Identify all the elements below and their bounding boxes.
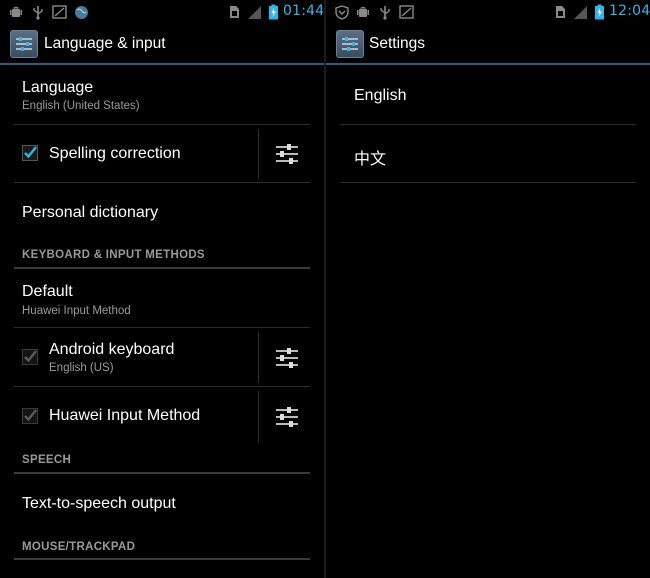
tts-output-item[interactable]: Text-to-speech output <box>0 474 324 534</box>
mouse-section-header: MOUSE/TRACKPAD <box>0 534 324 560</box>
usb-icon <box>377 4 393 20</box>
usb-icon <box>30 4 46 20</box>
screenshot-icon <box>398 4 414 20</box>
spelling-checkbox[interactable] <box>22 145 38 161</box>
huawei-input-checkbox[interactable] <box>22 408 38 424</box>
tts-title: Text-to-speech output <box>22 495 176 512</box>
status-time: 12:04 <box>609 3 650 19</box>
language-option-label: English <box>354 87 407 104</box>
huawei-input-title: Huawei Input Method <box>49 407 201 424</box>
default-summary: Huawei Input Method <box>22 305 131 317</box>
keyboard-header-text: KEYBOARD & INPUT METHODS <box>22 249 205 261</box>
android-debug-icon <box>355 4 371 20</box>
language-option-chinese[interactable]: 中文 <box>326 125 650 183</box>
language-picker-screen: 12:04 Settings English 中文 <box>326 0 650 578</box>
language-list: English 中文 <box>326 67 650 183</box>
android-debug-icon <box>8 4 24 20</box>
language-item[interactable]: Language English (United States) <box>0 67 324 125</box>
sim-icon <box>226 4 242 20</box>
battery-icon <box>591 4 607 20</box>
speech-section-header: SPEECH <box>0 447 324 474</box>
spelling-settings-icon[interactable] <box>275 143 299 165</box>
spelling-correction-item[interactable]: Spelling correction <box>0 125 324 183</box>
mouse-header-text: MOUSE/TRACKPAD <box>22 541 136 553</box>
action-bar-title: Language & input <box>44 35 166 52</box>
default-input-item[interactable]: Default Huawei Input Method <box>0 269 324 328</box>
action-bar: Language & input <box>0 24 324 65</box>
status-time: 01:44 <box>283 3 324 19</box>
signal-icon <box>246 4 262 20</box>
personal-dictionary-title: Personal dictionary <box>22 204 159 221</box>
settings-app-icon[interactable] <box>336 30 364 58</box>
language-summary: English (United States) <box>22 100 140 112</box>
huawei-input-item[interactable]: Huawei Input Method <box>0 387 324 447</box>
battery-icon <box>265 4 281 20</box>
language-input-screen: 01:44 Language & input Language English … <box>0 0 324 578</box>
shield-icon <box>334 4 350 20</box>
action-bar: Settings <box>326 24 650 65</box>
status-bar: 01:44 <box>0 0 324 24</box>
default-title: Default <box>22 283 73 300</box>
language-option-label: 中文 <box>354 151 387 168</box>
settings-app-icon[interactable] <box>10 30 38 58</box>
huawei-input-settings-icon[interactable] <box>275 406 299 428</box>
status-bar: 12:04 <box>326 0 650 24</box>
globe-icon <box>73 4 89 20</box>
action-bar-title: Settings <box>369 35 426 52</box>
speech-header-text: SPEECH <box>22 454 72 466</box>
android-keyboard-summary: English (US) <box>49 362 114 374</box>
android-keyboard-title: Android keyboard <box>49 341 175 358</box>
signal-icon <box>572 4 588 20</box>
spelling-title: Spelling correction <box>49 145 181 162</box>
keyboard-section-header: KEYBOARD & INPUT METHODS <box>0 243 324 269</box>
android-keyboard-item[interactable]: Android keyboard English (US) <box>0 328 324 387</box>
personal-dictionary-item[interactable]: Personal dictionary <box>0 183 324 243</box>
android-keyboard-checkbox[interactable] <box>22 349 38 365</box>
screenshot-icon <box>51 4 67 20</box>
sim-icon <box>552 4 568 20</box>
settings-list: Language English (United States) Spellin… <box>0 67 324 560</box>
language-option-english[interactable]: English <box>326 67 650 125</box>
android-keyboard-settings-icon[interactable] <box>275 347 299 369</box>
language-title: Language <box>22 79 94 96</box>
